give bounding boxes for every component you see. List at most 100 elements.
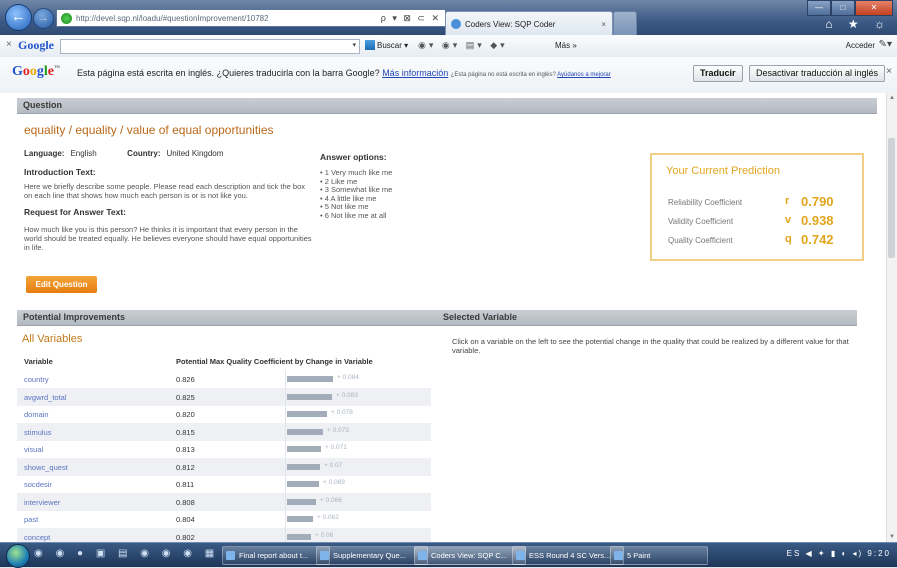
scroll-down-icon[interactable]: ▼ xyxy=(889,534,895,540)
variable-row[interactable]: domain 0.820 + 0.078 xyxy=(17,405,431,423)
address-url[interactable]: http://devel.sqp.nl/loadu/#questionImpro… xyxy=(76,14,381,23)
improvement-delta: + 0.06 xyxy=(315,531,334,539)
validity-row: Validity Coefficient v 0.938 xyxy=(668,213,834,228)
variable-name-link[interactable]: stimulus xyxy=(24,428,52,437)
tab-coders-view[interactable]: Coders View: SQP Coder × xyxy=(445,11,613,36)
variable-row[interactable]: avgwrd_total 0.825 + 0.083 xyxy=(17,387,431,406)
language-value: English xyxy=(70,149,97,158)
buscar-button[interactable]: Buscar ▾ xyxy=(365,40,408,50)
minimize-button[interactable]: — xyxy=(807,0,831,16)
forward-button[interactable]: → xyxy=(33,8,54,29)
mas-button[interactable]: Más » xyxy=(555,41,577,50)
improvement-bar xyxy=(287,533,311,540)
variable-name-link[interactable]: country xyxy=(24,375,49,384)
toolbar-tool-icons[interactable]: ◉▾ ◉▾ ▤▾ ◆▾ xyxy=(418,40,508,51)
variable-name-link[interactable]: showc_quest xyxy=(24,463,68,472)
variable-quality-value: 0.812 xyxy=(176,462,195,472)
variable-quality-value: 0.813 xyxy=(176,445,195,454)
close-window-button[interactable]: ✕ xyxy=(855,0,893,16)
translate-close-icon[interactable]: × xyxy=(886,66,892,77)
column-divider xyxy=(285,370,286,388)
new-tab-button[interactable] xyxy=(613,11,637,35)
start-button[interactable] xyxy=(6,544,30,568)
variable-quality-value: 0.820 xyxy=(176,410,195,419)
page-scrollbar[interactable]: ▲ ▼ xyxy=(886,93,897,542)
clock: 9:20 xyxy=(867,549,891,558)
improvement-bar xyxy=(287,376,333,382)
column-divider xyxy=(285,510,286,528)
variable-quality-value: 0.811 xyxy=(176,480,195,489)
variable-row[interactable]: socdesir 0.811 + 0.069 xyxy=(17,475,431,493)
improvement-delta: + 0.083 xyxy=(336,391,358,399)
wrench-icon[interactable]: ✎▾ xyxy=(879,39,892,50)
variable-name-link[interactable]: avgwrd_total xyxy=(24,393,67,402)
scrollbar-thumb[interactable] xyxy=(888,138,895,258)
edit-question-button[interactable]: Edit Question xyxy=(26,276,97,293)
taskbar-button[interactable]: Final report about t... xyxy=(222,546,330,565)
variable-row[interactable]: stimulus 0.815 + 0.073 xyxy=(17,422,431,441)
help-improve-link[interactable]: Ayúdanos a mejorar xyxy=(557,72,611,78)
window-controls: — □ ✕ xyxy=(807,0,893,16)
variable-name-link[interactable]: interviewer xyxy=(24,498,60,507)
address-tools-icons[interactable]: ρ ▾ ⊠ ⊂ ✕ xyxy=(381,13,445,24)
taskbar-button[interactable]: 5 Paint xyxy=(610,546,708,565)
chevron-down-icon[interactable]: ▾ xyxy=(352,41,356,49)
intro-label: Introduction Text: xyxy=(24,167,96,177)
windows-taskbar: ◉ ◉ ● ▣ ▤ ◉ ◉ ◉ ▦ Final report about t..… xyxy=(0,542,897,568)
variable-name-link[interactable]: domain xyxy=(24,410,49,419)
maximize-button[interactable]: □ xyxy=(831,0,855,16)
answer-option: 6 Not like me at all xyxy=(320,211,392,221)
system-tray[interactable]: ES ◀ ✦ ▮ ◐ ◂) 9:20 xyxy=(787,549,891,558)
improvement-delta: + 0.084 xyxy=(337,374,359,381)
improvement-delta: + 0.078 xyxy=(331,409,353,416)
acceder-button[interactable]: Acceder xyxy=(846,41,875,50)
improvement-bar xyxy=(287,393,332,400)
more-info-link[interactable]: Más información xyxy=(382,68,448,78)
taskbar-button[interactable]: Coders View: SQP C... xyxy=(414,546,526,565)
translate-button[interactable]: Traducir xyxy=(693,65,743,82)
browser-icon xyxy=(418,551,427,560)
variable-row[interactable]: showc_quest 0.812 + 0.07 xyxy=(17,457,431,476)
variable-name-link[interactable]: concept xyxy=(24,533,50,542)
improvement-delta: + 0.07 xyxy=(324,461,343,469)
selected-variable-header: Selected Variable xyxy=(437,310,857,326)
quick-launch-icons[interactable]: ◉ ◉ ● ▣ ▤ ◉ ◉ ◉ ▦ xyxy=(34,548,219,559)
taskbar-button[interactable]: Supplementary Que... xyxy=(316,546,428,565)
variable-row[interactable]: country 0.826 + 0.084 xyxy=(17,370,431,388)
home-favorites-tools-icons[interactable]: ⌂ ★ ☼ xyxy=(825,17,891,31)
scroll-up-icon[interactable]: ▲ xyxy=(889,95,895,101)
all-variables-title: All Variables xyxy=(22,333,83,345)
variable-name-link[interactable]: visual xyxy=(24,445,43,454)
back-arrow-icon: ← xyxy=(11,8,26,25)
improvement-delta: + 0.073 xyxy=(327,426,349,434)
taskbar-button[interactable]: ESS Round 4 SC Vers... xyxy=(512,546,624,565)
disable-translation-button[interactable]: Desactivar traducción al inglés xyxy=(749,65,886,82)
improvement-bar xyxy=(287,446,321,452)
column-divider xyxy=(285,440,286,458)
variable-row[interactable]: interviewer 0.808 + 0.066 xyxy=(17,492,431,511)
google-search-input[interactable]: ▾ xyxy=(60,39,360,54)
page-content: Question equality / equality / value of … xyxy=(0,93,897,546)
paint-icon xyxy=(614,551,623,560)
column-divider xyxy=(285,387,286,406)
column-divider xyxy=(285,492,286,511)
variable-row[interactable]: past 0.804 + 0.062 xyxy=(17,510,431,528)
tab-label: Coders View: SQP Coder xyxy=(465,19,556,29)
question-title: equality / equality / value of equal opp… xyxy=(24,123,274,137)
current-prediction-box: Your Current Prediction Reliability Coef… xyxy=(650,153,864,261)
presentation-icon xyxy=(516,551,525,560)
validity-value: 0.938 xyxy=(801,213,834,228)
address-bar[interactable]: http://devel.sqp.nl/loadu/#questionImpro… xyxy=(56,9,446,27)
variable-row[interactable]: visual 0.813 + 0.071 xyxy=(17,440,431,458)
tab-close-icon[interactable]: × xyxy=(601,20,612,29)
forward-arrow-icon: → xyxy=(38,12,49,24)
reliability-value: 0.790 xyxy=(801,194,834,209)
toolbar-close-icon[interactable]: × xyxy=(6,39,12,50)
variable-name-link[interactable]: socdesir xyxy=(24,480,52,489)
variable-name-link[interactable]: past xyxy=(24,515,38,524)
country-value: United Kingdom xyxy=(166,149,224,158)
question-panel-header: Question xyxy=(17,98,877,114)
question-meta: Language: English Country: United Kingdom xyxy=(24,149,223,158)
variable-quality-value: 0.825 xyxy=(176,392,195,402)
back-button[interactable]: ← xyxy=(5,4,32,31)
